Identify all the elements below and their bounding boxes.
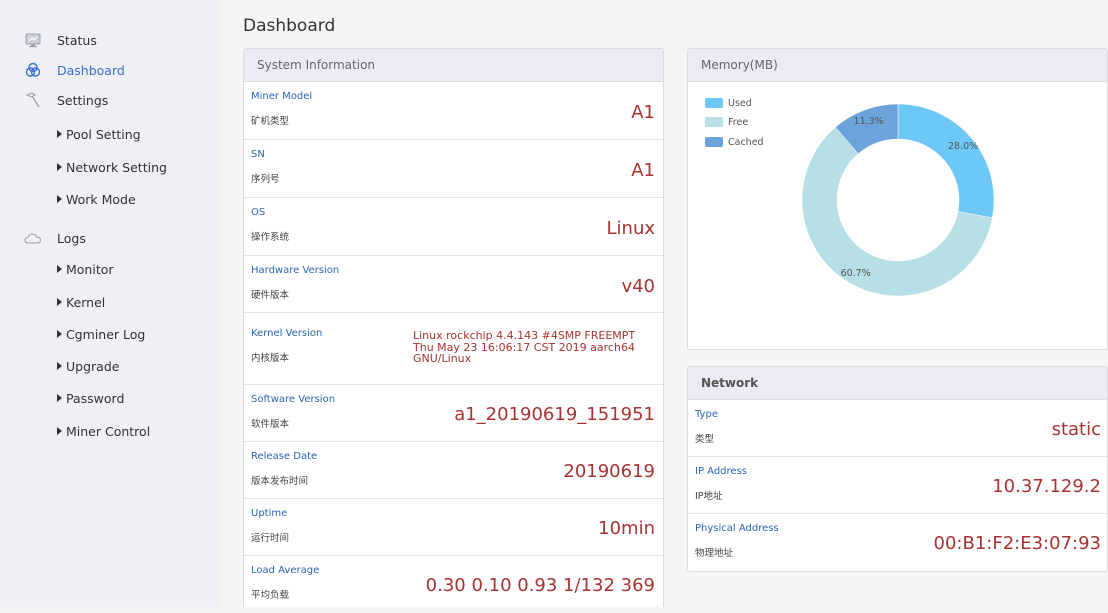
page-title: Dashboard	[243, 16, 336, 36]
os-value: Linux	[606, 218, 656, 239]
network-row-mac: Physical Address 物理地址 00:B1:F2:E3:07:93	[695, 523, 1101, 559]
info-row-hardware-version: Hardware Version 硬件版本 v40	[244, 256, 663, 313]
uptime-value: 10min	[598, 518, 655, 539]
sidebar-item-status[interactable]: Status	[0, 25, 220, 55]
info-row-load-average: Load Average 平均负载 0.30 0.10 0.93 1/132 3…	[251, 565, 655, 601]
sidebar-item-label: Logs	[57, 230, 86, 246]
hardware-version-value: v40	[621, 276, 655, 297]
caret-right-icon	[57, 330, 62, 338]
caret-right-icon	[57, 427, 62, 435]
sn-value: A1	[631, 160, 655, 181]
caret-right-icon	[57, 130, 62, 138]
system-info-rows: Miner Model 矿机类型 A1 SN 序列号 A1 OS 操作系统 Li…	[244, 82, 663, 613]
donut-label-used: 28.0%	[948, 141, 978, 152]
caret-right-icon	[57, 265, 62, 273]
sidebar-item-label: Dashboard	[57, 62, 125, 78]
info-row-release-date: Release Date 版本发布时间 20190619	[244, 442, 663, 499]
info-row-os: OS 操作系统 Linux	[244, 198, 663, 256]
software-version-value: a1_20190619_151951	[454, 404, 655, 425]
memory-chart-area: Used Free Cached 28.0% 60.7% 11.3%	[688, 82, 1107, 349]
sidebar-sub-monitor[interactable]: Monitor	[57, 257, 114, 281]
sidebar-sub-miner-control[interactable]: Miner Control	[57, 419, 150, 443]
info-row-kernel-version: Kernel Version 内核版本 Linux rockchip 4.4.1…	[244, 313, 663, 385]
caret-right-icon	[57, 195, 62, 203]
sidebar-item-settings[interactable]: Settings	[0, 85, 220, 115]
network-type-value: static	[1051, 419, 1101, 440]
ip-address-value: 10.37.129.2	[992, 476, 1101, 497]
system-info-header: System Information	[244, 49, 663, 82]
cloud-icon	[24, 229, 42, 247]
sidebar-sub-pool-setting[interactable]: Pool Setting	[57, 122, 141, 146]
network-row-ip: IP Address IP地址 10.37.129.2	[688, 457, 1107, 514]
info-row-uptime: Uptime 运行时间 10min	[244, 499, 663, 556]
sidebar-sub-upgrade[interactable]: Upgrade	[57, 354, 119, 378]
memory-header: Memory(MB)	[688, 49, 1107, 82]
miner-model-value: A1	[631, 102, 655, 123]
hammer-icon	[24, 91, 42, 109]
sidebar-sub-work-mode[interactable]: Work Mode	[57, 187, 136, 211]
sidebar-item-logs[interactable]: Logs	[0, 223, 220, 253]
donut-label-free: 60.7%	[841, 268, 871, 279]
sidebar: Status Dashboard Settings Pool Setting N…	[0, 0, 220, 607]
system-info-panel: System Information Miner Model 矿机类型 A1 S…	[243, 48, 664, 607]
network-header: Network	[688, 367, 1107, 400]
info-row-miner-model: Miner Model 矿机类型 A1	[244, 82, 663, 140]
sidebar-item-label: Settings	[57, 92, 109, 108]
donut-label-cached: 11.3%	[854, 116, 884, 127]
network-row-type: Type 类型 static	[688, 400, 1107, 457]
memory-panel: Memory(MB) Used Free Cached 28.0% 60.7% 11…	[687, 48, 1108, 350]
caret-right-icon	[57, 163, 62, 171]
kernel-version-value: Linux rockchip 4.4.143 #4SMP FREEMPT Thu…	[413, 329, 636, 365]
sidebar-sub-cgminer-log[interactable]: Cgminer Log	[57, 322, 145, 346]
monitor-icon	[24, 31, 42, 49]
caret-right-icon	[57, 298, 62, 306]
sidebar-sub-kernel[interactable]: Kernel	[57, 290, 105, 314]
sidebar-item-dashboard[interactable]: Dashboard	[0, 55, 220, 85]
mac-address-value: 00:B1:F2:E3:07:93	[933, 533, 1101, 554]
donut-slice-used	[897, 103, 995, 219]
load-average-value: 0.30 0.10 0.93 1/132 369	[425, 575, 655, 596]
caret-right-icon	[57, 362, 62, 370]
sidebar-sub-password[interactable]: Password	[57, 386, 124, 410]
release-date-value: 20190619	[563, 461, 655, 482]
network-panel: Network Type 类型 static IP Address IP地址 1…	[687, 366, 1108, 572]
memory-donut-chart: 28.0% 60.7% 11.3%	[801, 103, 995, 297]
info-row-software-version: Software Version 软件版本 a1_20190619_151951	[244, 385, 663, 442]
caret-right-icon	[57, 394, 62, 402]
dashboard-icon	[24, 61, 42, 79]
sidebar-item-label: Status	[57, 32, 97, 48]
sidebar-sub-network-setting[interactable]: Network Setting	[57, 155, 167, 179]
info-row-sn: SN 序列号 A1	[244, 140, 663, 198]
